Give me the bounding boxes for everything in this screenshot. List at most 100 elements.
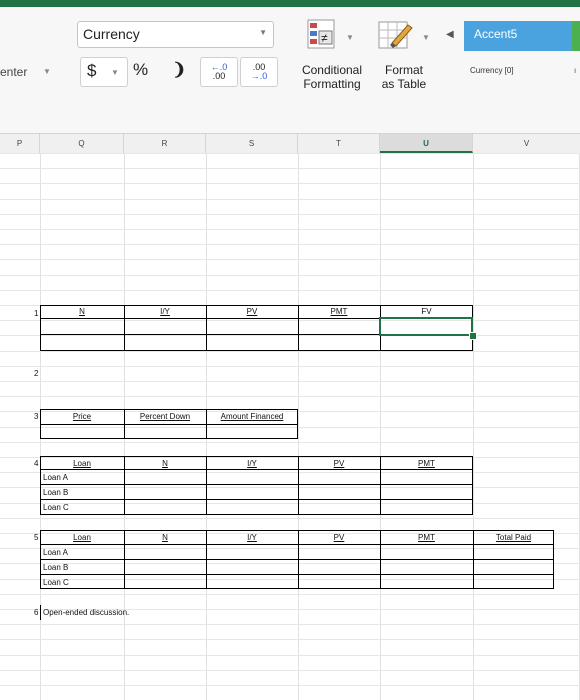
question-number-1: 1	[34, 309, 39, 318]
format-as-table-icon	[378, 21, 413, 49]
grid-row-line	[0, 381, 580, 382]
question-number-3: 3	[34, 412, 39, 421]
grid-row-line	[0, 639, 580, 640]
chevron-down-icon[interactable]: ▼	[43, 67, 51, 76]
q5-header-loan[interactable]: Loan	[40, 532, 124, 544]
grid-row-line	[0, 244, 580, 245]
q5-header-n[interactable]: N	[124, 532, 206, 544]
q4-header-n[interactable]: N	[124, 458, 206, 470]
grid-row-line	[0, 214, 580, 215]
format-as-table-label-1: Format	[384, 63, 423, 77]
column-header-t[interactable]: T	[298, 134, 380, 153]
q1-header-n[interactable]: N	[40, 306, 124, 318]
grid-row-line	[0, 153, 580, 154]
title-bar-strip	[0, 0, 580, 7]
column-header-r[interactable]: R	[124, 134, 206, 153]
increase-decimal-bottom: .00	[212, 71, 226, 81]
decrease-decimal-bottom: →.0	[250, 71, 268, 81]
q5-header-total-paid[interactable]: Total Paid	[473, 532, 554, 544]
grid-row-line	[0, 518, 580, 519]
grid-row-line	[0, 259, 580, 260]
q4-header-pmt[interactable]: PMT	[380, 458, 473, 470]
grid-row-line	[0, 442, 580, 443]
grid-row-line	[0, 183, 580, 184]
conditional-formatting-label-1: Conditional	[301, 63, 363, 77]
chevron-down-icon: ▼	[259, 28, 267, 37]
question-number-5: 5	[34, 533, 39, 542]
q3-row-line	[40, 424, 298, 425]
grid-row-line	[0, 594, 580, 595]
q1-header-iy[interactable]: I/Y	[124, 306, 206, 318]
q4-header-iy[interactable]: I/Y	[206, 458, 298, 470]
q5-row-label[interactable]: Loan C	[43, 577, 69, 589]
question-number-2: 2	[34, 369, 39, 378]
q4-header-pv[interactable]: PV	[298, 458, 380, 470]
q6-text[interactable]: Open-ended discussion.	[43, 607, 129, 619]
cell-style-currency0[interactable]: Currency [0]	[470, 66, 514, 75]
q4-row-line	[40, 484, 473, 485]
q3-header-amount-financed[interactable]: Amount Financed	[206, 411, 298, 423]
format-as-table-label-2: as Table	[381, 77, 427, 91]
format-as-table-button[interactable]: ▼ Format as Table	[372, 19, 436, 99]
q5-row-line	[40, 559, 554, 560]
column-header-q[interactable]: Q	[40, 134, 124, 153]
comma-style-button[interactable]: ❩	[172, 60, 186, 80]
fill-handle[interactable]	[469, 332, 477, 340]
question-number-6: 6	[34, 608, 39, 617]
q5-header-iy[interactable]: I/Y	[206, 532, 298, 544]
ribbon-edge-mark: ı	[574, 66, 577, 75]
q6-border	[40, 605, 41, 620]
q4-header-loan[interactable]: Loan	[40, 458, 124, 470]
q5-row-label[interactable]: Loan B	[43, 562, 68, 574]
column-header-bar: P Q R S T U V	[0, 134, 580, 154]
column-header-p[interactable]: P	[0, 134, 40, 153]
column-header-v[interactable]: V	[473, 134, 580, 153]
grid-row-line	[0, 275, 580, 276]
grid-row-line	[0, 366, 580, 367]
conditional-formatting-button[interactable]: ≠ ▼ Conditional Formatting	[292, 19, 372, 99]
decrease-decimal-button[interactable]: .00 →.0	[240, 57, 278, 87]
q4-row-label[interactable]: Loan C	[43, 502, 69, 514]
column-header-u[interactable]: U	[380, 134, 473, 153]
q4-row-label[interactable]: Loan A	[43, 472, 68, 484]
q5-header-pv[interactable]: PV	[298, 532, 380, 544]
grid-row-line	[0, 624, 580, 625]
column-header-s[interactable]: S	[206, 134, 298, 153]
question-number-4: 4	[34, 459, 39, 468]
grid-row-line	[0, 229, 580, 230]
q5-row-line	[40, 544, 554, 545]
grid-row-line	[0, 351, 580, 352]
gallery-left-arrow-icon[interactable]: ◀	[446, 29, 454, 40]
number-format-dropdown[interactable]: Currency ▼	[77, 21, 274, 48]
grid-row-line	[0, 670, 580, 671]
grid-row-line	[0, 396, 580, 397]
alignment-label: enter	[0, 65, 28, 79]
conditional-formatting-label-2: Formatting	[303, 77, 361, 91]
cell-style-next[interactable]	[572, 21, 580, 51]
q3-header-price[interactable]: Price	[40, 411, 124, 423]
chevron-down-icon: ▼	[346, 33, 354, 42]
conditional-formatting-icon: ≠	[307, 19, 335, 49]
q1-header-pmt[interactable]: PMT	[298, 306, 380, 318]
q5-header-pmt[interactable]: PMT	[380, 532, 473, 544]
currency-format-button[interactable]: $ ▼	[80, 57, 128, 87]
percent-style-button[interactable]: %	[133, 60, 148, 80]
grid-row-line	[0, 655, 580, 656]
cell-style-accent5-label: Accent5	[474, 27, 518, 41]
q3-header-percent-down[interactable]: Percent Down	[124, 411, 206, 423]
chevron-down-icon[interactable]: ▼	[111, 68, 119, 77]
selected-cell[interactable]	[379, 317, 473, 336]
increase-decimal-button[interactable]: ←.0 .00	[200, 57, 238, 87]
grid-row-line	[0, 685, 580, 686]
q5-row-line	[40, 574, 554, 575]
q1-header-pv[interactable]: PV	[206, 306, 298, 318]
cell-style-accent5[interactable]: Accent5	[464, 21, 572, 51]
q4-row-label[interactable]: Loan B	[43, 487, 68, 499]
chevron-down-icon: ▼	[422, 33, 430, 42]
number-format-value: Currency	[83, 26, 140, 42]
grid-row-line	[0, 290, 580, 291]
q5-row-label[interactable]: Loan A	[43, 547, 68, 559]
svg-text:≠: ≠	[321, 31, 328, 45]
q4-row-line	[40, 499, 473, 500]
grid-row-line	[0, 199, 580, 200]
